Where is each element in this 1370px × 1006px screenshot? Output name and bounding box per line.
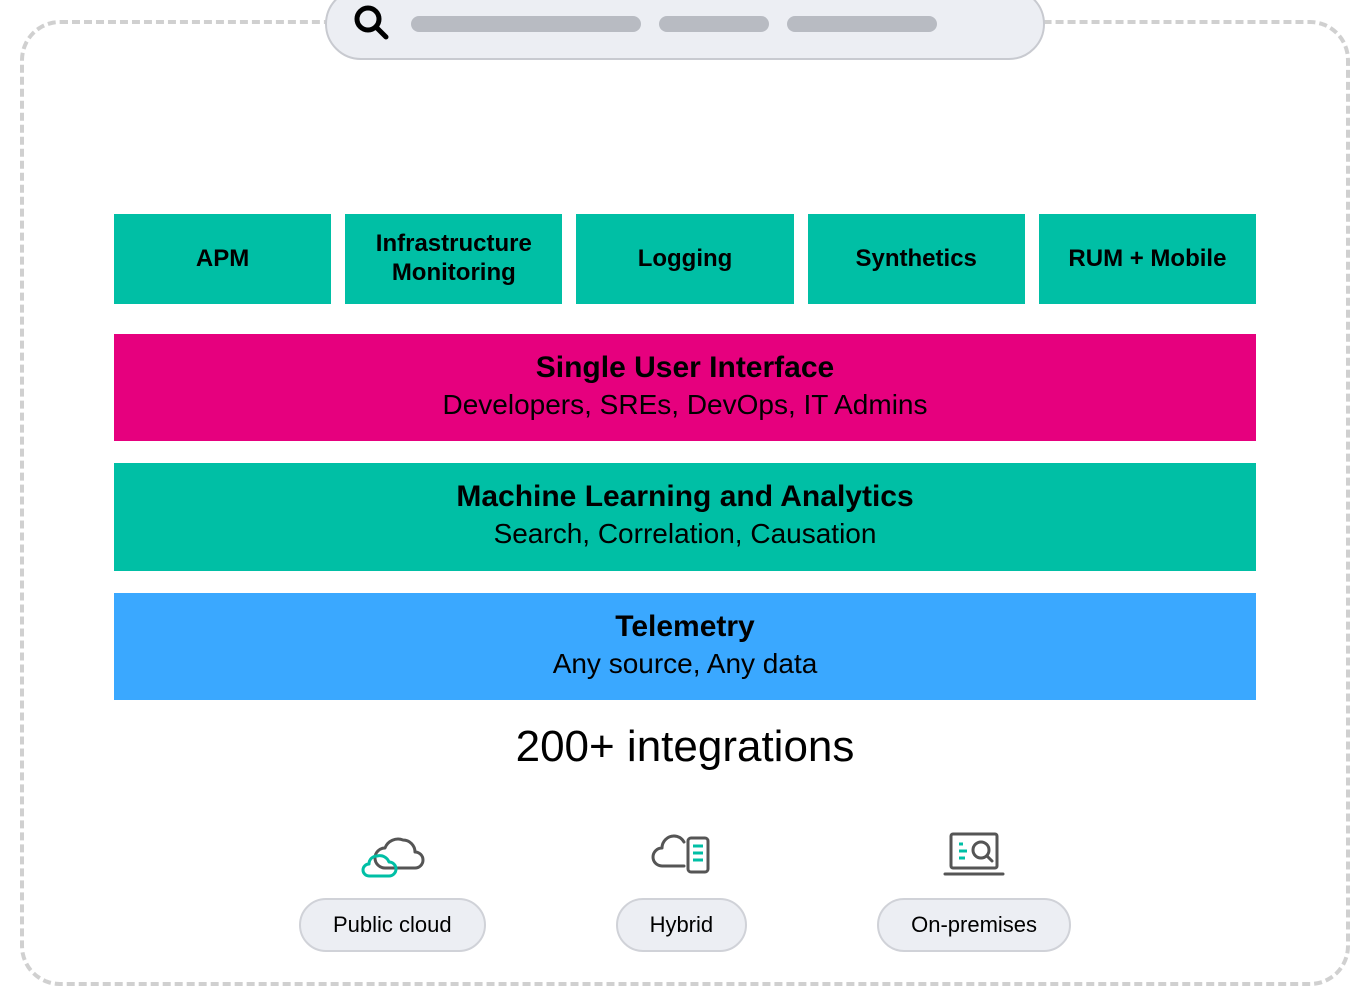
products-row: APM Infrastructure Monitoring Logging Sy…: [114, 214, 1256, 304]
hybrid-icon: [646, 822, 716, 882]
layer-ml-analytics: Machine Learning and Analytics Search, C…: [114, 463, 1256, 570]
deployment-pill: Public cloud: [299, 898, 486, 952]
deployment-row: Public cloud Hybrid: [114, 822, 1256, 952]
layer-title: Machine Learning and Analytics: [114, 477, 1256, 516]
placeholder-bar: [787, 16, 937, 32]
search-bar: [325, 0, 1045, 60]
layer-subtitle: Developers, SREs, DevOps, IT Admins: [114, 387, 1256, 423]
product-synthetics: Synthetics: [808, 214, 1025, 304]
deployment-label: Hybrid: [650, 912, 714, 937]
product-label: RUM + Mobile: [1068, 245, 1226, 274]
search-icon: [351, 2, 391, 47]
layer-subtitle: Search, Correlation, Causation: [114, 516, 1256, 552]
product-label: Infrastructure Monitoring: [355, 230, 552, 288]
layer-title: Telemetry: [114, 607, 1256, 646]
layer-title: Single User Interface: [114, 348, 1256, 387]
placeholder-bar: [411, 16, 641, 32]
deployment-on-premises: On-premises: [877, 822, 1071, 952]
product-label: APM: [196, 245, 249, 274]
layer-subtitle: Any source, Any data: [114, 646, 1256, 682]
product-apm: APM: [114, 214, 331, 304]
search-placeholder-bars: [411, 16, 1019, 32]
deployment-label: Public cloud: [333, 912, 452, 937]
integrations-text: 200+ integrations: [114, 722, 1256, 772]
deployment-hybrid: Hybrid: [616, 822, 748, 952]
on-premises-icon: [939, 822, 1009, 882]
deployment-public-cloud: Public cloud: [299, 822, 486, 952]
deployment-pill: On-premises: [877, 898, 1071, 952]
product-logging: Logging: [576, 214, 793, 304]
deployment-label: On-premises: [911, 912, 1037, 937]
diagram-container: APM Infrastructure Monitoring Logging Sy…: [20, 20, 1350, 986]
product-rum-mobile: RUM + Mobile: [1039, 214, 1256, 304]
layer-telemetry: Telemetry Any source, Any data: [114, 593, 1256, 700]
cloud-icon: [357, 822, 427, 882]
product-infrastructure: Infrastructure Monitoring: [345, 214, 562, 304]
placeholder-bar: [659, 16, 769, 32]
deployment-pill: Hybrid: [616, 898, 748, 952]
content-area: APM Infrastructure Monitoring Logging Sy…: [24, 24, 1346, 992]
layer-single-user-interface: Single User Interface Developers, SREs, …: [114, 334, 1256, 441]
product-label: Logging: [638, 245, 733, 274]
product-label: Synthetics: [856, 245, 977, 274]
